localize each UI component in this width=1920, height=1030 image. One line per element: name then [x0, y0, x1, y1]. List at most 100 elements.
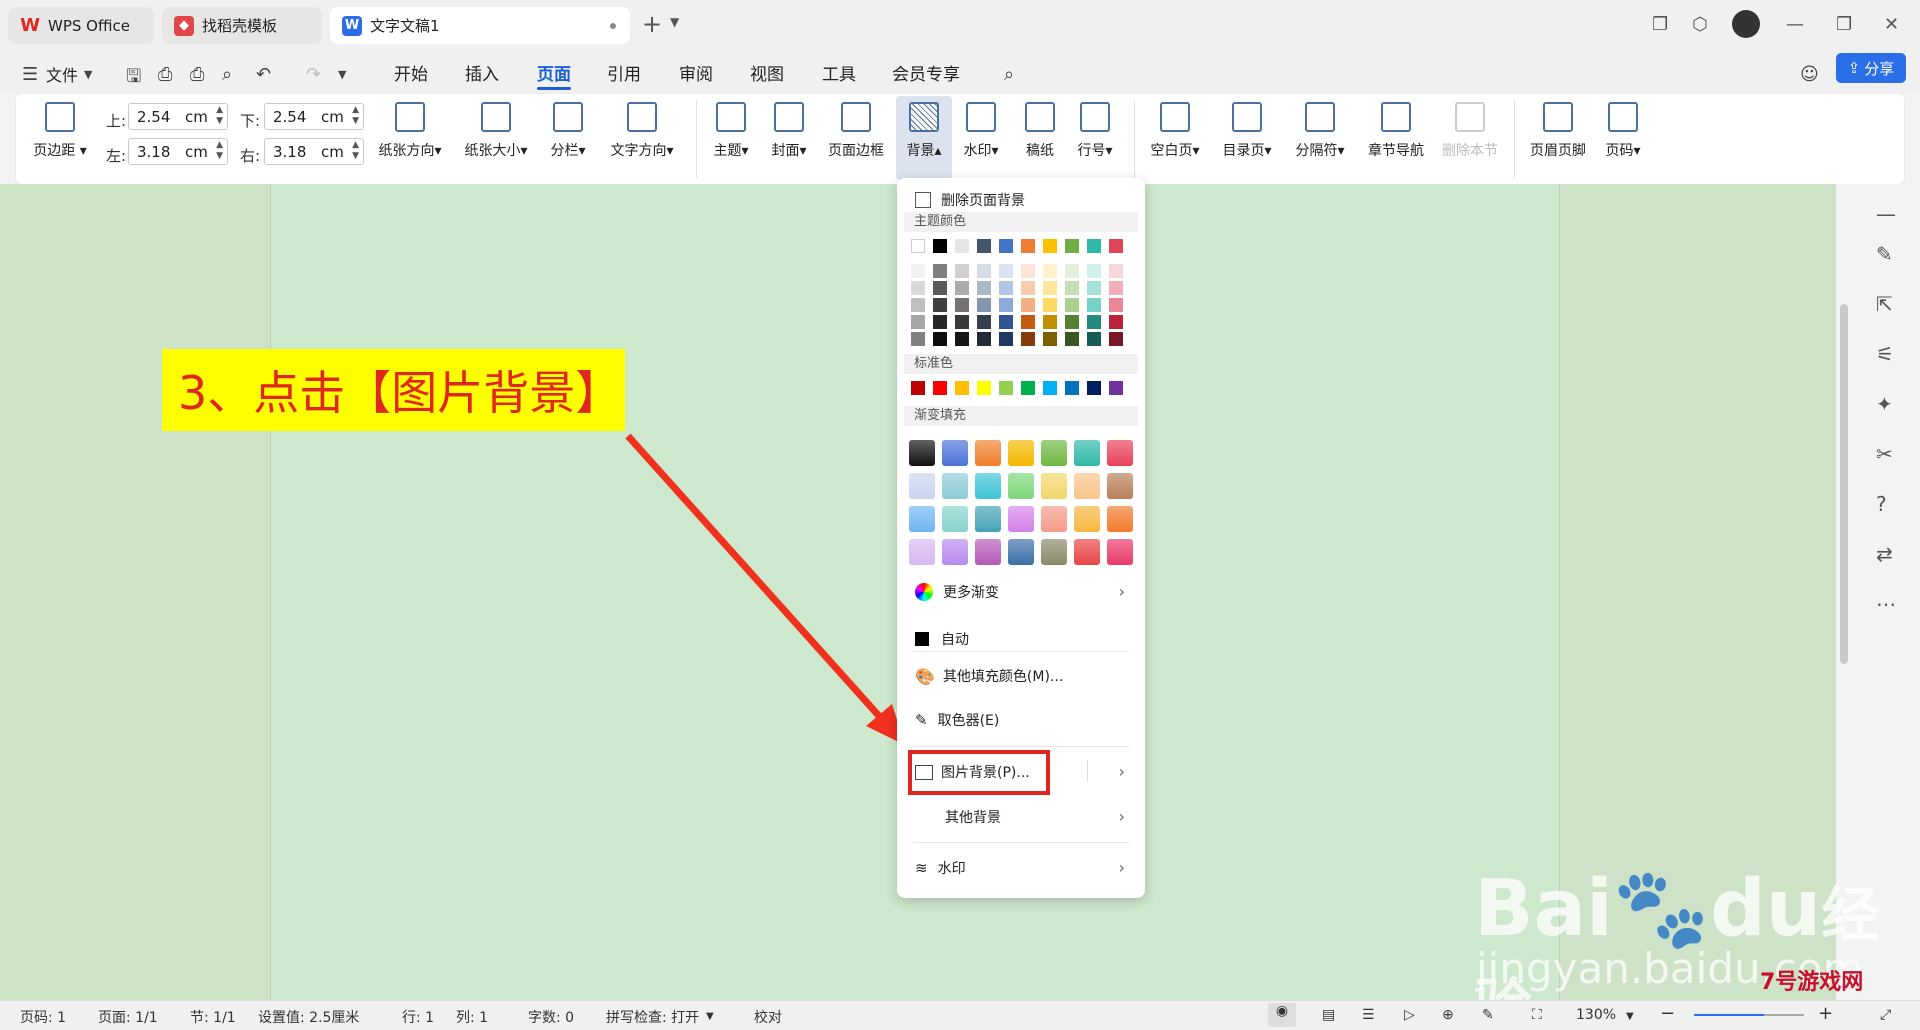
status-spellcheck[interactable]: 拼写检查: 打开 — [606, 1007, 699, 1027]
theme-color-swatch[interactable] — [1087, 239, 1101, 253]
header-footer-button[interactable]: 页眉页脚 — [1526, 102, 1590, 160]
theme-shade-swatch[interactable] — [977, 298, 991, 312]
status-proofread[interactable]: 校对 — [754, 1007, 782, 1027]
gradient-swatch[interactable] — [1074, 473, 1100, 499]
manuscript-button[interactable]: 稿纸 — [1020, 102, 1060, 160]
standard-color-swatch[interactable] — [955, 381, 969, 395]
theme-color-swatch[interactable] — [999, 239, 1013, 253]
vertical-scrollbar[interactable] — [1836, 184, 1852, 930]
theme-shade-swatch[interactable] — [1021, 298, 1035, 312]
print-preview-icon[interactable]: ⌕ — [222, 64, 232, 85]
toc-page-button[interactable]: 目录页▾ — [1218, 102, 1276, 160]
bottom-margin-field[interactable]: 2.54 cm ▲ ▼ — [264, 103, 364, 130]
theme-shade-swatch[interactable] — [1087, 315, 1101, 329]
scrollbar-thumb[interactable] — [1840, 304, 1848, 664]
theme-shade-swatch[interactable] — [999, 315, 1013, 329]
theme-color-swatch[interactable] — [955, 239, 969, 253]
gradient-swatch[interactable] — [1074, 539, 1100, 565]
theme-shade-swatch[interactable] — [1109, 298, 1123, 312]
gradient-swatch[interactable] — [909, 473, 935, 499]
share-button[interactable]: ⇪ 分享 — [1836, 53, 1906, 83]
play-icon[interactable]: ▷ — [1404, 1007, 1415, 1023]
outline-view-icon[interactable]: ☰ — [1362, 1007, 1375, 1023]
status-setting[interactable]: 设置值: 2.5厘米 — [258, 1007, 359, 1027]
theme-shade-swatch[interactable] — [955, 315, 969, 329]
top-margin-field[interactable]: 2.54 cm ▲ ▼ — [128, 103, 228, 130]
hamburger-icon[interactable]: ☰ — [22, 64, 38, 85]
menu-item-member[interactable]: 会员专享 — [892, 60, 960, 85]
cursor-icon[interactable]: ⇱ — [1876, 292, 1893, 316]
theme-shade-swatch[interactable] — [1109, 264, 1123, 278]
fit-page-icon[interactable]: ⛶ — [1532, 1007, 1542, 1023]
theme-color-swatch[interactable] — [933, 239, 947, 253]
stepper-icon[interactable]: ▲ ▼ — [216, 140, 223, 162]
theme-shade-swatch[interactable] — [955, 264, 969, 278]
more-icon[interactable]: ⋯ — [1876, 592, 1896, 616]
pen-icon[interactable]: ✎ — [1876, 242, 1893, 266]
status-row[interactable]: 行: 1 — [402, 1007, 434, 1027]
menu-item-view[interactable]: 视图 — [750, 60, 784, 85]
menu-item-page[interactable]: 页面 — [537, 60, 571, 85]
file-menu[interactable]: 文件 — [46, 62, 78, 86]
theme-shade-swatch[interactable] — [1043, 264, 1057, 278]
gradient-swatch[interactable] — [1008, 440, 1034, 466]
gradient-swatch[interactable] — [1008, 506, 1034, 532]
blank-page-button[interactable]: 空白页▾ — [1146, 102, 1204, 160]
gradient-swatch[interactable] — [1107, 539, 1133, 565]
theme-shade-swatch[interactable] — [1087, 298, 1101, 312]
theme-shade-swatch[interactable] — [999, 332, 1013, 346]
gradient-swatch[interactable] — [975, 473, 1001, 499]
menu-item-references[interactable]: 引用 — [607, 60, 641, 85]
maximize-icon[interactable]: ❐ — [1836, 14, 1852, 35]
tab-template[interactable]: ◆ 找稻壳模板 — [162, 7, 322, 44]
help-icon[interactable]: ? — [1876, 492, 1887, 516]
export-icon[interactable]: ⎙ — [158, 64, 172, 85]
avatar[interactable] — [1732, 10, 1760, 38]
theme-shade-swatch[interactable] — [977, 332, 991, 346]
columns-button[interactable]: 分栏▾ — [544, 102, 592, 160]
line-number-button[interactable]: 行号▾ — [1072, 102, 1118, 160]
theme-shade-swatch[interactable] — [1065, 281, 1079, 295]
search-icon[interactable]: ⌕ — [1004, 64, 1014, 85]
gradient-swatch[interactable] — [1074, 440, 1100, 466]
theme-shade-swatch[interactable] — [1087, 281, 1101, 295]
gradient-swatch[interactable] — [975, 539, 1001, 565]
menu-item-tools[interactable]: 工具 — [822, 60, 856, 85]
theme-color-swatch[interactable] — [1043, 239, 1057, 253]
fullscreen-icon[interactable]: ⤢ — [1880, 1007, 1891, 1023]
status-word-count[interactable]: 字数: 0 — [528, 1007, 574, 1027]
redo-icon[interactable]: ↷ — [306, 64, 321, 85]
theme-shade-swatch[interactable] — [933, 315, 947, 329]
theme-shade-swatch[interactable] — [933, 264, 947, 278]
gradient-swatch[interactable] — [909, 539, 935, 565]
gradient-swatch[interactable] — [975, 440, 1001, 466]
theme-color-swatch[interactable] — [1065, 239, 1079, 253]
more-gradient-item[interactable]: 更多渐变 — [915, 582, 999, 602]
status-page-number[interactable]: 页码: 1 — [20, 1007, 66, 1027]
theme-shade-swatch[interactable] — [1087, 264, 1101, 278]
margins-button[interactable]: 页边距 ▾ — [30, 102, 90, 160]
theme-shade-swatch[interactable] — [955, 281, 969, 295]
stepper-icon[interactable]: ▲ ▼ — [352, 140, 359, 162]
theme-shade-swatch[interactable] — [1065, 264, 1079, 278]
tab-wps-office[interactable]: W WPS Office — [8, 7, 154, 44]
theme-color-swatch[interactable] — [911, 239, 925, 253]
standard-color-swatch[interactable] — [1065, 381, 1079, 395]
gradient-swatch[interactable] — [1041, 473, 1067, 499]
tools-icon[interactable]: ✂ — [1876, 442, 1893, 466]
ai-icon[interactable]: ✦ — [1876, 392, 1893, 416]
other-fill-color-item[interactable]: 🎨 其他填充颜色(M)... — [915, 666, 1063, 686]
standard-color-swatch[interactable] — [1087, 381, 1101, 395]
right-margin-field[interactable]: 3.18 cm ▲ ▼ — [264, 138, 364, 165]
gradient-swatch[interactable] — [909, 506, 935, 532]
standard-color-swatch[interactable] — [1021, 381, 1035, 395]
stepper-icon[interactable]: ▲ ▼ — [352, 105, 359, 127]
theme-shade-swatch[interactable] — [977, 281, 991, 295]
delete-section-button[interactable]: 删除本节 — [1438, 102, 1502, 160]
page-number-button[interactable]: 页码▾ — [1600, 102, 1646, 160]
theme-shade-swatch[interactable] — [933, 281, 947, 295]
collapse-icon[interactable]: — — [1876, 202, 1896, 226]
theme-button[interactable]: 主题▾ — [708, 102, 754, 160]
gradient-swatch[interactable] — [1041, 506, 1067, 532]
page-border-button[interactable]: 页面边框 — [824, 102, 888, 160]
